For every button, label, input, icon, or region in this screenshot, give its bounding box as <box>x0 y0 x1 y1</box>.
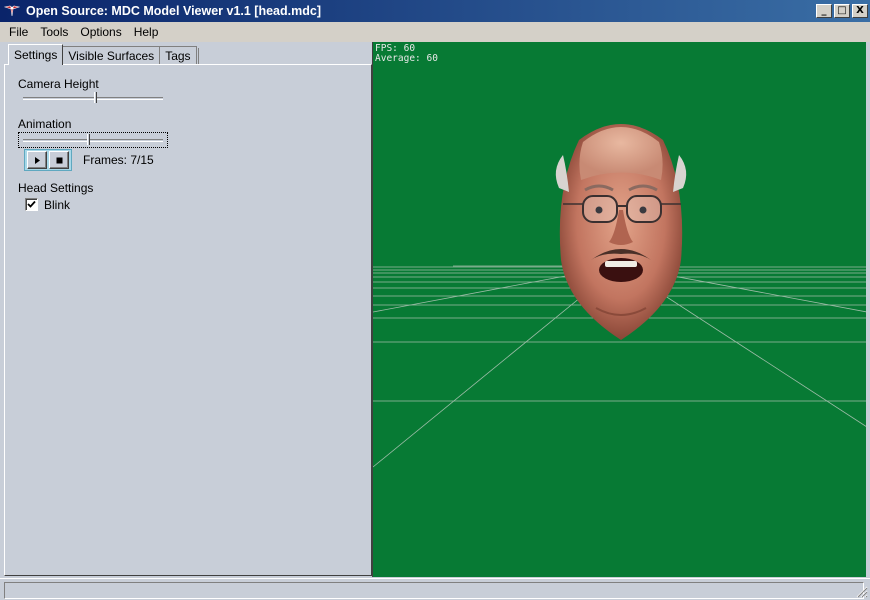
play-button[interactable] <box>27 151 47 169</box>
checkmark-icon <box>27 200 36 208</box>
camera-height-slider[interactable] <box>23 92 163 104</box>
menu-bar: File Tools Options Help <box>0 22 870 42</box>
tab-strip: Settings Visible Surfaces Tags <box>8 44 200 65</box>
close-button[interactable]: X <box>852 4 868 18</box>
menu-file[interactable]: File <box>3 25 34 39</box>
camera-height-label: Camera Height <box>18 77 99 91</box>
settings-panel: Settings Visible Surfaces Tags Camera He… <box>4 43 372 576</box>
frames-readout: Frames: 7/15 <box>83 153 154 167</box>
status-pane <box>4 582 864 599</box>
animation-slider[interactable] <box>23 134 163 146</box>
resize-grip-icon[interactable] <box>856 586 868 598</box>
tab-settings[interactable]: Settings <box>8 44 64 65</box>
animation-track <box>23 139 163 142</box>
menu-tools[interactable]: Tools <box>34 25 74 39</box>
tab-tags[interactable]: Tags <box>159 46 197 65</box>
animation-label: Animation <box>18 117 72 131</box>
settings-tab-body: Camera Height Animation Frames: 7/15 Hea… <box>4 64 372 576</box>
minimize-button[interactable]: _ <box>816 4 832 18</box>
play-icon <box>34 156 40 164</box>
tab-visible-surfaces[interactable]: Visible Surfaces <box>62 46 161 65</box>
window-title: Open Source: MDC Model Viewer v1.1 [head… <box>26 4 321 18</box>
model-viewport[interactable]: FPS: 60 Average: 60 <box>372 42 866 577</box>
menu-options[interactable]: Options <box>74 25 127 39</box>
menu-help[interactable]: Help <box>128 25 165 39</box>
red-winged-emblem-icon <box>4 5 20 17</box>
fps-overlay: FPS: 60 Average: 60 <box>375 44 438 64</box>
head-model <box>555 124 687 340</box>
animation-thumb[interactable] <box>87 134 90 145</box>
blink-label[interactable]: Blink <box>44 198 70 212</box>
tab-strip-end <box>197 48 200 65</box>
head-settings-label: Head Settings <box>18 181 94 195</box>
average-fps-readout: Average: 60 <box>375 53 438 64</box>
stop-button[interactable] <box>49 151 69 169</box>
blink-checkbox[interactable] <box>25 198 38 211</box>
maximize-button[interactable]: □ <box>834 4 850 18</box>
stop-icon <box>56 157 62 163</box>
camera-height-thumb[interactable] <box>94 92 97 103</box>
camera-height-track <box>23 97 163 100</box>
title-bar[interactable]: Open Source: MDC Model Viewer v1.1 [head… <box>0 0 870 22</box>
status-bar <box>0 578 870 600</box>
